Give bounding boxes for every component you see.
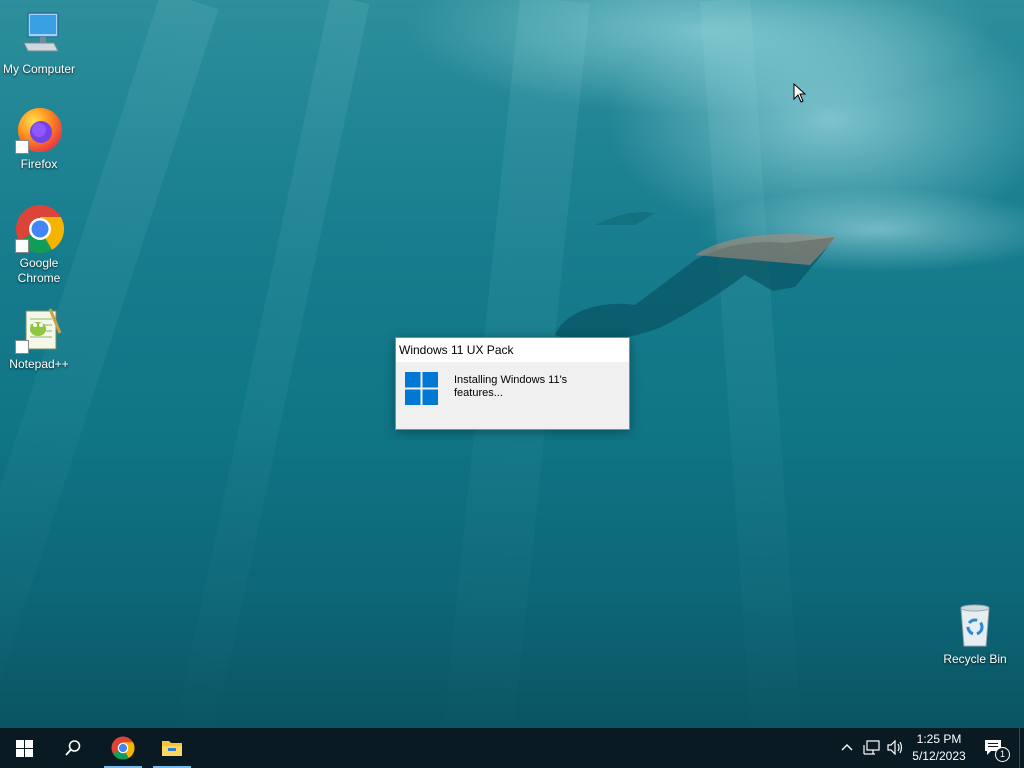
windows-logo-icon xyxy=(405,372,438,405)
recycle-bin-icon xyxy=(950,600,1000,650)
light-ray xyxy=(170,0,370,756)
desktop-icon-label: Recycle Bin xyxy=(943,652,1007,666)
search-icon xyxy=(65,740,81,756)
chevron-up-icon xyxy=(841,744,853,751)
notification-count-badge: 1 xyxy=(995,747,1010,762)
dialog-message: Installing Windows 11's features... xyxy=(454,374,568,399)
notepadpp-icon xyxy=(14,305,64,355)
shortcut-arrow-icon xyxy=(15,340,29,354)
chrome-icon xyxy=(14,204,65,254)
desktop-icon-label: Firefox xyxy=(20,157,58,171)
taskbar-chrome-button[interactable] xyxy=(104,728,142,768)
shortcut-arrow-icon xyxy=(15,140,29,154)
taskbar-file-explorer-button[interactable] xyxy=(153,728,191,768)
volume-icon xyxy=(887,740,903,755)
search-button[interactable] xyxy=(48,728,96,768)
folder-icon xyxy=(162,741,182,756)
network-icon xyxy=(863,740,880,755)
network-button[interactable] xyxy=(860,728,882,768)
computer-icon xyxy=(14,10,64,60)
desktop-icon-notepadpp[interactable]: Notepad++ xyxy=(0,305,78,372)
shortcut-arrow-icon xyxy=(15,239,29,253)
installer-dialog[interactable]: Windows 11 UX Pack Installing Windows 11… xyxy=(395,337,630,430)
wallpaper-swimmer xyxy=(555,212,837,341)
desktop: My Computer Firefox Google Chrome Notepa… xyxy=(0,0,1024,768)
chrome-icon xyxy=(111,736,135,760)
clock-button[interactable]: 1:25 PM 5/12/2023 xyxy=(906,728,972,768)
desktop-icon-label: Google Chrome xyxy=(17,256,61,285)
mouse-cursor-icon xyxy=(793,83,807,103)
firefox-icon xyxy=(14,105,64,155)
dialog-title: Windows 11 UX Pack xyxy=(396,338,629,362)
show-hidden-icons-button[interactable] xyxy=(838,728,856,768)
desktop-icon-recycle-bin[interactable]: Recycle Bin xyxy=(936,600,1014,667)
clock-time: 1:25 PM xyxy=(916,732,962,746)
windows-start-icon xyxy=(16,740,33,757)
start-button[interactable] xyxy=(0,728,48,768)
desktop-icon-google-chrome[interactable]: Google Chrome xyxy=(0,204,78,286)
light-ray xyxy=(700,0,804,768)
taskbar: 1:25 PM 5/12/2023 1 xyxy=(0,728,1024,768)
volume-button[interactable] xyxy=(884,728,906,768)
desktop-icon-label: Notepad++ xyxy=(9,357,69,371)
desktop-icon-firefox[interactable]: Firefox xyxy=(0,105,78,172)
clock-date: 5/12/2023 xyxy=(912,749,966,763)
desktop-icon-my-computer[interactable]: My Computer xyxy=(0,10,78,77)
action-center-button[interactable]: 1 xyxy=(976,728,1016,768)
desktop-icon-label: My Computer xyxy=(2,62,76,76)
show-desktop-button[interactable] xyxy=(1019,728,1024,768)
